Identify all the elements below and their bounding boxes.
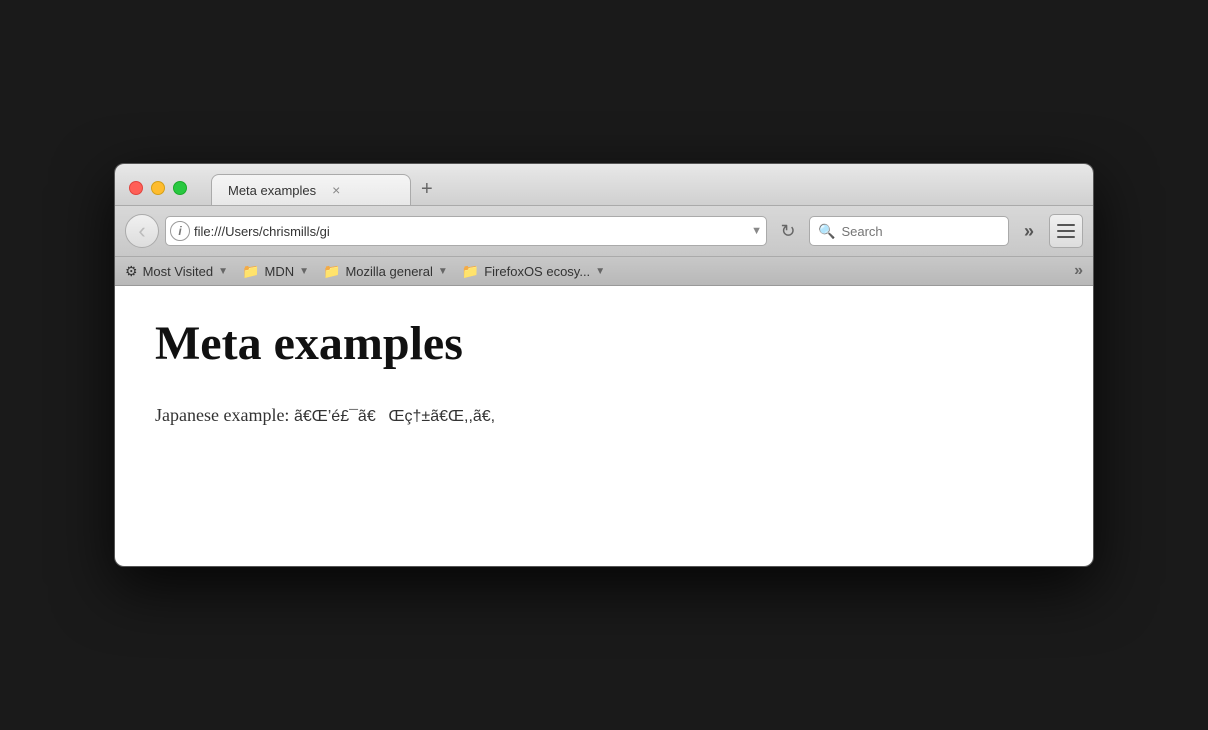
- bookmark-mdn-label: MDN: [264, 264, 294, 279]
- page-content: Meta examples Japanese example: ã€Œ’é£¯ã…: [115, 286, 1093, 566]
- bookmarks-overflow-button[interactable]: »: [1074, 262, 1083, 280]
- toolbar: ‹ i ▼ ↻ 🔍 »: [115, 206, 1093, 257]
- search-icon: 🔍: [818, 223, 835, 240]
- address-input[interactable]: [194, 224, 747, 239]
- bookmark-most-visited[interactable]: ⚙ Most Visited ▼: [125, 263, 228, 280]
- most-visited-icon: ⚙: [125, 263, 138, 280]
- reload-icon: ↻: [780, 221, 795, 242]
- garbled-text: ã€Œ’é£¯ã€Œç†±ã€Œ,,ã€,: [294, 408, 495, 425]
- browser-window: Meta examples × + ‹ i ▼ ↻ 🔍 »: [114, 163, 1094, 567]
- address-dropdown-icon[interactable]: ▼: [751, 225, 762, 237]
- menu-line-3: [1057, 236, 1075, 238]
- search-bar: 🔍: [809, 216, 1009, 246]
- search-input[interactable]: [841, 224, 1000, 239]
- bookmark-mozilla-general-label: Mozilla general: [345, 264, 432, 279]
- bookmarks-bar: ⚙ Most Visited ▼ 📁 MDN ▼ 📁 Mozilla gener…: [115, 257, 1093, 286]
- bookmark-firefoxos-label: FirefoxOS ecosy...: [484, 264, 590, 279]
- info-icon: i: [178, 224, 181, 238]
- back-button[interactable]: ‹: [125, 214, 159, 248]
- maximize-button[interactable]: [173, 181, 187, 195]
- tab-close-icon[interactable]: ×: [332, 182, 340, 198]
- firefoxos-arrow-icon: ▼: [595, 266, 605, 277]
- firefoxos-folder-icon: 📁: [462, 263, 479, 280]
- info-button[interactable]: i: [170, 221, 190, 241]
- tabs-area: Meta examples × +: [201, 174, 1093, 205]
- menu-line-2: [1057, 230, 1075, 232]
- menu-line-1: [1057, 224, 1075, 226]
- menu-button[interactable]: [1049, 214, 1083, 248]
- paragraph-label: Japanese example:: [155, 405, 294, 425]
- bookmark-firefoxos[interactable]: 📁 FirefoxOS ecosy... ▼: [462, 263, 605, 280]
- mozilla-general-folder-icon: 📁: [323, 263, 340, 280]
- mdn-arrow-icon: ▼: [299, 266, 309, 277]
- bookmark-most-visited-label: Most Visited: [143, 264, 214, 279]
- bookmark-mdn[interactable]: 📁 MDN ▼: [242, 263, 309, 280]
- toolbar-overflow-button[interactable]: »: [1015, 217, 1043, 245]
- close-button[interactable]: [129, 181, 143, 195]
- mozilla-general-arrow-icon: ▼: [438, 266, 448, 277]
- back-icon: ‹: [138, 218, 145, 244]
- overflow-icon: »: [1024, 221, 1034, 242]
- address-bar-container: i ▼: [165, 216, 767, 246]
- tab-title: Meta examples: [228, 183, 316, 198]
- title-bar: Meta examples × +: [115, 164, 1093, 206]
- minimize-button[interactable]: [151, 181, 165, 195]
- bookmark-mozilla-general[interactable]: 📁 Mozilla general ▼: [323, 263, 448, 280]
- page-paragraph: Japanese example: ã€Œ’é£¯ã€Œç†±ã€Œ,,ã€,: [155, 401, 1053, 430]
- page-heading: Meta examples: [155, 316, 1053, 371]
- most-visited-arrow-icon: ▼: [218, 266, 228, 277]
- mdn-folder-icon: 📁: [242, 263, 259, 280]
- active-tab[interactable]: Meta examples ×: [211, 174, 411, 205]
- new-tab-button[interactable]: +: [411, 179, 443, 205]
- reload-button[interactable]: ↻: [773, 216, 803, 246]
- window-controls: [115, 181, 201, 205]
